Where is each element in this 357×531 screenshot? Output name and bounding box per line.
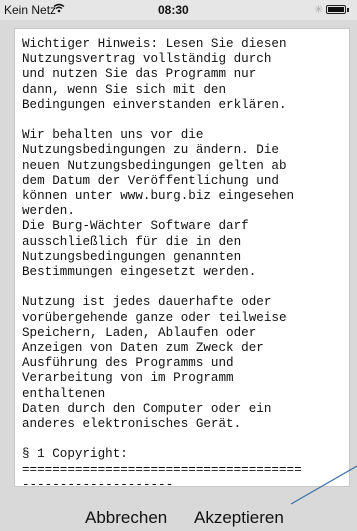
carrier-label: Kein Netz — [4, 3, 57, 17]
wifi-icon — [53, 3, 65, 13]
status-bar: Kein Netz 08:30 ✳ — [0, 0, 357, 20]
battery-icon — [326, 5, 346, 14]
clock: 08:30 — [158, 3, 189, 17]
license-text-view[interactable]: Wichtiger Hinweis: Lesen Sie diesen Nutz… — [14, 28, 350, 487]
license-text: Wichtiger Hinweis: Lesen Sie diesen Nutz… — [22, 37, 302, 487]
cancel-button[interactable]: Abbrechen — [85, 508, 167, 528]
bluetooth-icon: ✳ — [314, 4, 324, 16]
app-screen: Kein Netz 08:30 ✳ Wichtiger Hinweis: Les… — [0, 0, 357, 531]
battery-level — [328, 7, 344, 12]
battery-tip — [347, 8, 349, 12]
accept-button[interactable]: Akzeptieren — [194, 508, 284, 528]
button-bar: Abbrechen Akzeptieren — [0, 498, 357, 531]
